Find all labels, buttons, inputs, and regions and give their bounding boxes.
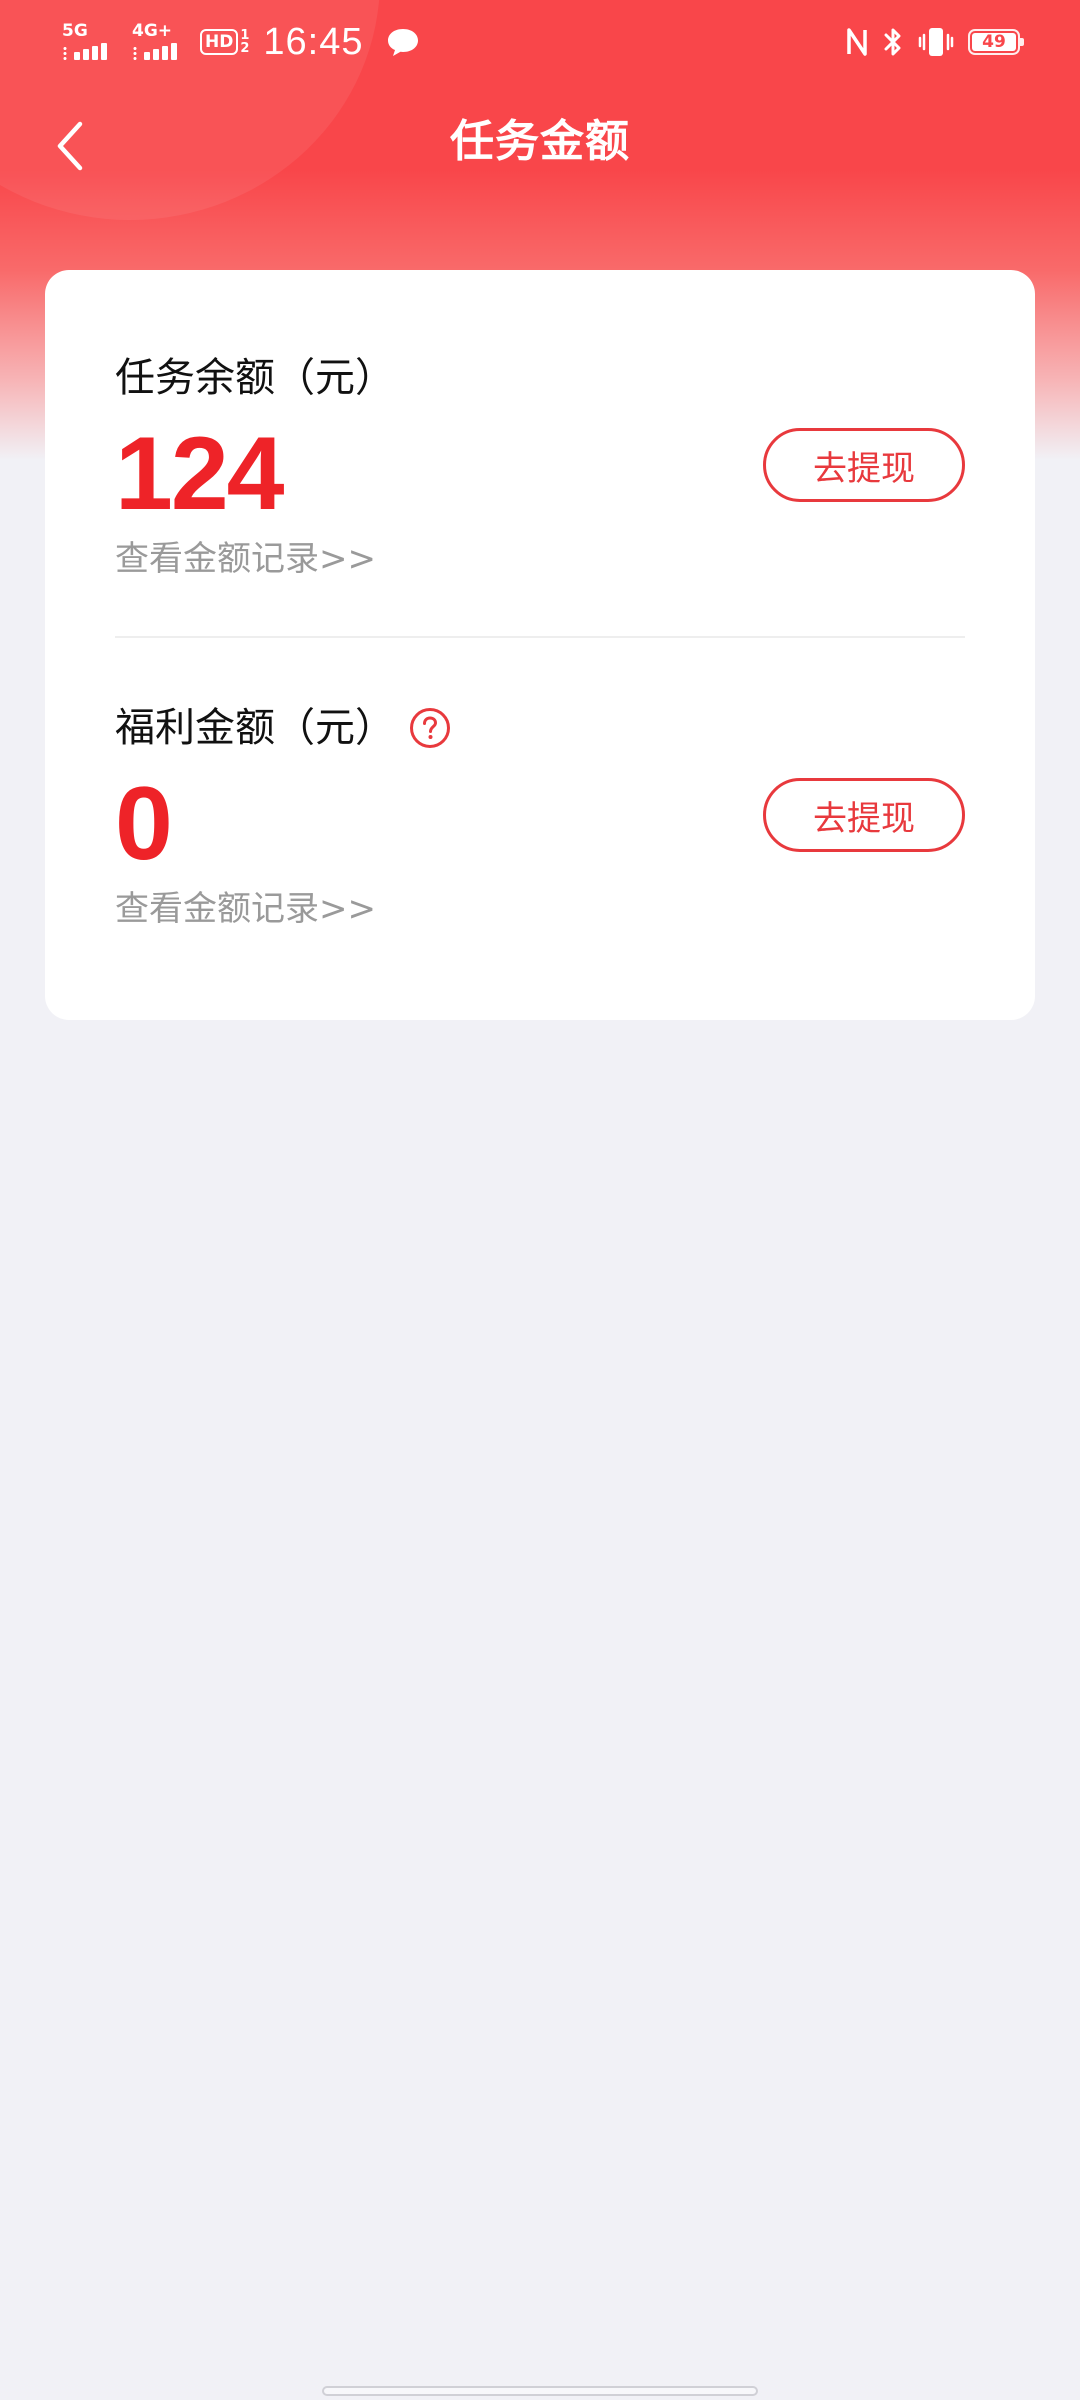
status-left: 5G 4G+ HD 1 2 16:45	[60, 18, 421, 66]
welfare-balance-title: 福利金额（元）	[115, 705, 395, 751]
hd-label: HD	[200, 29, 239, 55]
nfc-icon	[847, 28, 867, 56]
welfare-balance-amount: 0	[115, 766, 173, 882]
task-balance-record-link[interactable]: 查看金额记录>>	[115, 536, 376, 582]
welfare-balance-section: 福利金额（元） 0 查看金额记录>> 去提现	[115, 700, 965, 1000]
hd-sub-2: 2	[240, 41, 250, 56]
chat-bubble-icon	[388, 29, 419, 56]
task-withdraw-button[interactable]: 去提现	[763, 428, 965, 502]
balance-card: 任务余额（元） 124 查看金额记录>> 去提现 福利金额（元） 0 查看金额记…	[45, 270, 1035, 1020]
signal-icon: 4G+	[130, 22, 186, 62]
status-time: 16:45	[263, 21, 364, 63]
welfare-withdraw-button[interactable]: 去提现	[763, 778, 965, 852]
task-balance-section: 任务余额（元） 124 查看金额记录>> 去提现	[115, 350, 965, 650]
status-right: 49	[846, 22, 1024, 62]
welfare-balance-record-link[interactable]: 查看金额记录>>	[115, 886, 376, 932]
network-type-5g: 5G	[62, 21, 88, 41]
bluetooth-icon	[884, 28, 901, 56]
question-circle-icon[interactable]	[409, 707, 451, 749]
signal-icon: 5G	[60, 22, 116, 62]
home-indicator[interactable]	[322, 2386, 758, 2396]
task-balance-amount: 124	[115, 416, 285, 532]
task-balance-title: 任务余额（元）	[115, 355, 395, 401]
navigation-bar: 任务金额	[0, 96, 1080, 192]
page-title: 任务金额	[450, 116, 630, 167]
status-bar: 5G 4G+ HD 1 2 16:45 49	[0, 0, 1080, 84]
network-type-4g: 4G+	[132, 21, 173, 41]
battery-icon: 49	[968, 29, 1024, 55]
divider	[115, 636, 965, 638]
battery-percent: 49	[982, 32, 1006, 52]
hd-voice-icon: HD 1 2	[200, 29, 249, 55]
vibrate-icon	[918, 28, 954, 56]
